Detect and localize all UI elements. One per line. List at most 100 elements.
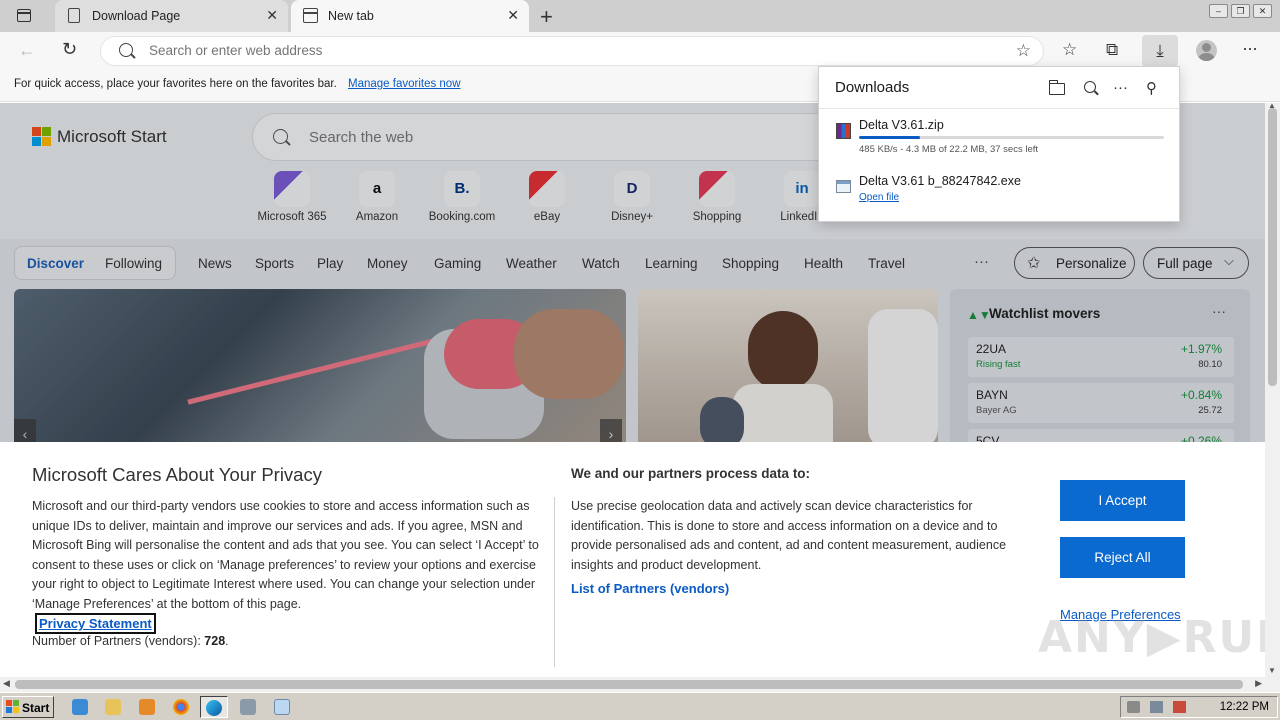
network-icon[interactable] xyxy=(1150,701,1163,713)
quick-link-tile[interactable]: eBay xyxy=(502,171,592,223)
more-categories-icon[interactable]: ··· xyxy=(974,253,989,270)
downloads-title: Downloads xyxy=(835,79,910,96)
watermark-logo: ANY▶RUN xyxy=(1038,612,1280,663)
pin-icon[interactable]: ⚲ xyxy=(1146,79,1157,97)
profile-avatar[interactable] xyxy=(1196,40,1217,61)
taskbar-chrome-button[interactable] xyxy=(167,696,195,718)
quick-link-tile[interactable]: Shopping xyxy=(672,171,762,223)
person-shape xyxy=(700,397,744,442)
watchlist-row[interactable]: BAYN Bayer AG +0.84% 25.72 xyxy=(968,383,1234,423)
web-search-placeholder: Search the web xyxy=(309,129,414,146)
hand-shape xyxy=(514,309,624,399)
web-search-box[interactable]: Search the web xyxy=(252,113,852,161)
search-downloads-icon[interactable] xyxy=(1084,81,1096,93)
quick-link-label: Disney+ xyxy=(611,211,653,223)
stock-symbol: BAYN xyxy=(976,388,1008,402)
reject-all-button[interactable]: Reject All xyxy=(1060,537,1185,578)
nav-item-learning[interactable]: Learning xyxy=(645,256,698,271)
download-status: 485 KB/s - 4.3 MB of 22.2 MB, 37 secs le… xyxy=(859,144,1039,155)
new-tab-button[interactable]: + xyxy=(540,4,553,30)
address-bar[interactable]: ☆ xyxy=(100,36,1044,66)
scroll-down-icon[interactable]: ▼ xyxy=(1268,666,1276,675)
taskbar-notepad-button[interactable] xyxy=(268,696,296,718)
vendors-list-link[interactable]: List of Partners (vendors) xyxy=(571,581,729,596)
quick-link-tile[interactable]: Microsoft 365 xyxy=(247,171,337,223)
download-item-exe[interactable]: Delta V3.61 b_88247842.exe Open file xyxy=(819,174,1179,224)
folder-icon xyxy=(105,699,121,715)
scroll-left-icon[interactable]: ◀ xyxy=(3,678,10,689)
nav-item-watch[interactable]: Watch xyxy=(582,256,620,271)
watchlist-card: ▲▼ Watchlist movers ··· 22UA Rising fast +… xyxy=(950,289,1250,442)
watchlist-row[interactable]: 22UA Rising fast +1.97% 80.10 xyxy=(968,337,1234,377)
refresh-button[interactable]: ↻ xyxy=(62,39,77,60)
accept-button[interactable]: I Accept xyxy=(1060,480,1185,521)
nav-item-gaming[interactable]: Gaming xyxy=(434,256,481,271)
tab-discover[interactable]: Discover xyxy=(27,256,84,271)
nav-item-travel[interactable]: Travel xyxy=(868,256,905,271)
download-icon: ⤓ xyxy=(1156,41,1164,60)
taskbar-media-button[interactable] xyxy=(133,696,161,718)
straw-shape xyxy=(187,334,451,405)
article-image[interactable] xyxy=(638,289,938,442)
download-item-zip[interactable]: Delta V3.61.zip 485 KB/s - 4.3 MB of 22.… xyxy=(819,118,1179,168)
personalize-button[interactable]: ✩ Personalize xyxy=(1014,247,1135,279)
vertical-scrollbar[interactable]: ▲ ▼ xyxy=(1265,101,1280,677)
tab-close-icon[interactable]: ✕ xyxy=(266,7,278,24)
carousel-prev-button[interactable]: ‹ xyxy=(14,419,36,442)
horizontal-scrollbar[interactable]: ◀ ▶ xyxy=(0,677,1265,692)
full-page-button[interactable]: Full page ⌵ xyxy=(1143,247,1249,279)
manage-favorites-link[interactable]: Manage favorites now xyxy=(348,78,461,90)
partners-number: 728 xyxy=(204,634,226,648)
tab-new-tab[interactable]: New tab ✕ xyxy=(291,0,529,32)
taskbar-app-button[interactable] xyxy=(234,696,262,718)
collections-icon[interactable]: ⧉ xyxy=(1106,40,1118,60)
address-input[interactable] xyxy=(149,43,969,58)
tab-following[interactable]: Following xyxy=(105,256,162,271)
restore-button[interactable]: ❐ xyxy=(1231,4,1250,18)
scroll-thumb[interactable] xyxy=(1268,108,1277,386)
microsoft-logo-icon xyxy=(32,127,52,147)
close-window-button[interactable]: ✕ xyxy=(1253,4,1272,18)
nav-item-shopping[interactable]: Shopping xyxy=(722,256,779,271)
chrome-icon xyxy=(173,699,189,715)
feed-nav: Discover Following News Sports Play Money Ga… xyxy=(0,239,1265,289)
back-button[interactable]: ← xyxy=(18,40,36,61)
quick-link-tile[interactable]: a Amazon xyxy=(332,171,422,223)
open-file-link[interactable]: Open file xyxy=(859,192,899,203)
quick-link-label: eBay xyxy=(533,211,561,223)
nav-item-play[interactable]: Play xyxy=(317,256,343,271)
quick-link-tile[interactable]: D Disney+ xyxy=(587,171,677,223)
taskbar-edge-button[interactable] xyxy=(200,696,228,718)
watchlist-more-icon[interactable]: ··· xyxy=(1212,303,1226,319)
nav-item-sports[interactable]: Sports xyxy=(255,256,294,271)
taskbar-explorer-button[interactable] xyxy=(99,696,127,718)
tab-download-page[interactable]: Download Page ✕ xyxy=(55,0,288,32)
media-player-icon xyxy=(139,699,155,715)
start-button[interactable]: Start xyxy=(2,696,54,718)
add-favorite-icon[interactable]: ☆ xyxy=(1016,41,1031,61)
privacy-statement-link[interactable]: Privacy Statement xyxy=(35,613,156,634)
hero-article-image[interactable]: ‹ › xyxy=(14,289,626,442)
volume-icon[interactable] xyxy=(1127,701,1140,713)
tab-actions-button[interactable] xyxy=(10,6,38,26)
taskbar-ie-button[interactable] xyxy=(66,696,94,718)
carousel-next-button[interactable]: › xyxy=(600,419,622,442)
security-alert-icon[interactable] xyxy=(1173,701,1186,713)
downloads-button[interactable]: ⤓ xyxy=(1142,35,1178,67)
settings-more-icon[interactable]: ··· xyxy=(1242,38,1258,59)
scroll-thumb[interactable] xyxy=(15,680,1243,689)
nav-item-health[interactable]: Health xyxy=(804,256,843,271)
open-folder-icon[interactable] xyxy=(1048,80,1065,95)
personalize-label: Personalize xyxy=(1056,256,1127,271)
quick-link-tile[interactable]: B. Booking.com xyxy=(417,171,507,223)
minimize-button[interactable]: – xyxy=(1209,4,1228,18)
watchlist-row[interactable]: 5CV +0.26% xyxy=(968,429,1234,442)
nav-item-weather[interactable]: Weather xyxy=(506,256,557,271)
favorites-icon[interactable]: ☆ xyxy=(1062,40,1077,60)
more-options-icon[interactable]: ··· xyxy=(1113,79,1128,96)
favorites-bar-hint: For quick access, place your favorites h… xyxy=(14,78,337,90)
tab-close-icon[interactable]: ✕ xyxy=(507,7,519,24)
nav-item-money[interactable]: Money xyxy=(367,256,408,271)
nav-item-news[interactable]: News xyxy=(198,256,232,271)
scroll-right-icon[interactable]: ▶ xyxy=(1255,678,1262,689)
